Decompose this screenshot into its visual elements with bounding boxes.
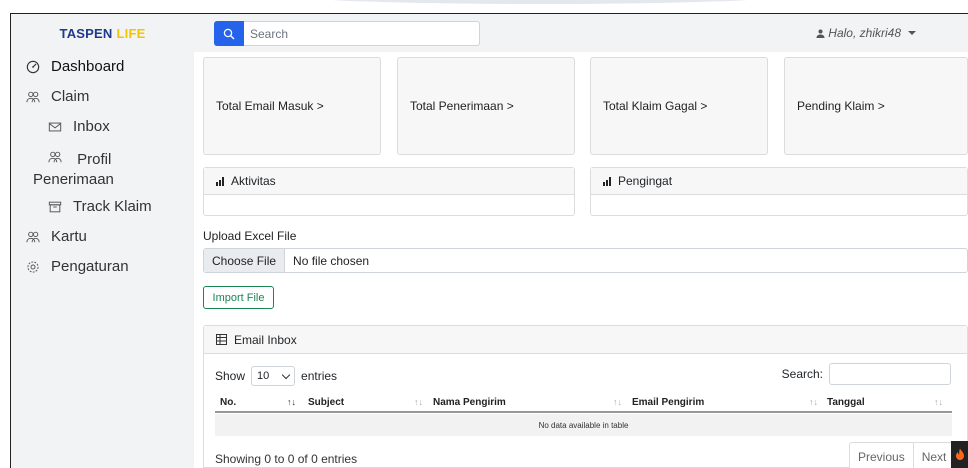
stat-card-pending-klaim[interactable]: Pending Klaim > [784,57,968,155]
table-icon [216,334,227,345]
sidebar-item-label: Dashboard [51,58,125,75]
bar-chart-icon [603,176,611,186]
aktivitas-panel: Aktivitas [203,167,575,216]
brand-logo[interactable]: TASPEN LIFE [11,14,194,52]
stat-card-total-klaim-gagal[interactable]: Total Klaim Gagal > [590,57,768,155]
previous-button[interactable]: Previous [850,443,914,468]
user-icon [816,29,825,38]
stat-card-total-email-masuk[interactable]: Total Email Masuk > [203,57,381,155]
file-status: No file chosen [293,253,370,268]
import-file-button[interactable]: Import File [203,286,274,309]
sidebar-item-dashboard[interactable]: Dashboard [11,58,132,76]
entries-select[interactable]: 10 [251,366,296,386]
sidebar-item-label: Kartu [51,228,87,245]
topbar: Search Halo, zhikri48 [194,14,968,52]
sidebar: TASPEN LIFE Dashboard Claim Inbox Profil … [11,14,194,468]
inbox-title: Email Inbox [234,332,297,347]
choose-file-button[interactable]: Choose File [204,249,286,272]
top-edge [0,0,968,6]
entries-length: Show 10 entries [215,366,337,386]
search-bar: Search [214,21,480,46]
sidebar-item-label: Inbox [73,118,110,135]
sidebar-item-label: Track Klaim [73,198,152,215]
sidebar-item-label: Pengaturan [51,258,129,275]
bar-chart-icon [216,176,224,186]
sort-icon[interactable]: ↑↓ [809,397,818,407]
next-button[interactable]: Next [914,443,955,468]
fire-icon[interactable] [951,441,968,468]
chevron-right-icon: > [700,99,708,113]
caret-down-icon [908,31,916,35]
users-icon [26,230,42,246]
search-icon [223,28,235,39]
column-header[interactable]: No. [220,397,236,408]
search-input[interactable]: Search [244,21,480,46]
upload-label: Upload Excel File [203,229,297,243]
sidebar-item-inbox[interactable]: Inbox [33,118,118,136]
chevron-right-icon: > [877,99,885,113]
gear-icon [26,260,42,276]
file-input[interactable]: Choose File No file chosen [203,248,968,273]
column-header[interactable]: Nama Pengirim [433,397,506,408]
sidebar-item-label: Claim [51,88,90,105]
table-row: No data available in table [215,414,952,436]
user-menu[interactable]: Halo, zhikri48 [816,26,916,40]
table-header: No. ↑↓ Subject ↑↓ Nama Pengirim ↑↓ Email… [215,393,952,413]
chevron-right-icon: > [506,99,514,113]
decorative-arc [300,0,780,4]
sidebar-item-profil-penerimaan[interactable]: Profil Penerimaan [33,148,193,190]
dashboard-icon [26,60,42,76]
column-header[interactable]: Email Pengirim [632,397,704,408]
chevron-down-icon [281,370,291,379]
table-search-input[interactable] [829,363,951,385]
sidebar-item-claim[interactable]: Claim [11,88,97,106]
chevron-right-icon: > [316,99,324,113]
users-icon [48,150,64,166]
sort-icon[interactable]: ↑↓ [287,397,296,407]
pengingat-panel: Pengingat [590,167,968,216]
sidebar-item-track-klaim[interactable]: Track Klaim [33,198,160,216]
email-inbox-card: Email Inbox Show 10 entries Search: No. … [203,325,968,468]
pagination: Previous Next [849,442,956,468]
mail-icon [48,120,64,136]
user-greeting: Halo, zhikri48 [828,26,901,40]
archive-icon [48,200,64,216]
sidebar-item-label: Profil Penerimaan [33,151,114,188]
panel-title: Pengingat [618,174,673,188]
table-search: Search: [782,363,951,385]
table-info: Showing 0 to 0 of 0 entries [215,452,358,466]
users-icon [26,90,42,106]
sort-icon[interactable]: ↑↓ [934,397,943,407]
search-button[interactable] [214,21,244,46]
sort-icon[interactable]: ↑↓ [613,397,622,407]
column-header[interactable]: Subject [308,397,344,408]
sidebar-item-pengaturan[interactable]: Pengaturan [11,258,137,276]
column-header[interactable]: Tanggal [827,397,865,408]
stat-card-total-penerimaan[interactable]: Total Penerimaan > [397,57,575,155]
sidebar-item-kartu[interactable]: Kartu [11,228,95,246]
panel-title: Aktivitas [231,174,276,188]
sort-icon[interactable]: ↑↓ [414,397,423,407]
